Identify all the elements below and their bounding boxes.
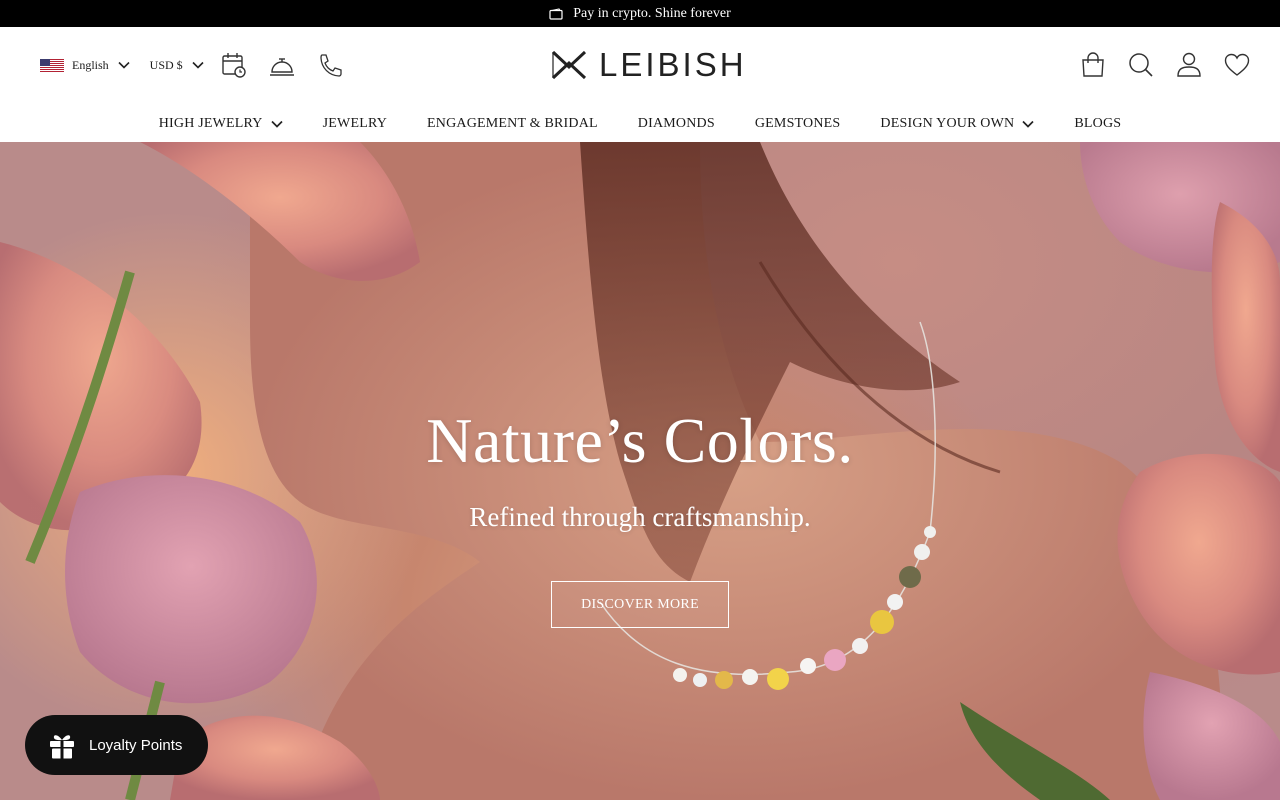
nav-item-diamonds[interactable]: DIAMONDS bbox=[638, 112, 715, 136]
loyalty-points-button[interactable]: Loyalty Points bbox=[25, 715, 208, 775]
brand-name: LEIBISH bbox=[599, 46, 747, 83]
phone-icon[interactable] bbox=[317, 51, 343, 79]
announcement-bar: Pay in crypto. Shine forever bbox=[0, 0, 1280, 27]
currency-selector[interactable]: USD $ bbox=[150, 58, 204, 73]
hero-banner: Nature’s Colors. Refined through craftsm… bbox=[0, 142, 1280, 800]
chevron-down-icon bbox=[1022, 120, 1034, 128]
language-selector[interactable]: English bbox=[40, 58, 130, 73]
nav-item-label: BLOGS bbox=[1074, 116, 1122, 131]
nav-item-label: GEMSTONES bbox=[754, 116, 841, 131]
nav-item-high-jewelry[interactable]: HIGH JEWELRY bbox=[159, 112, 283, 136]
us-flag-icon bbox=[40, 58, 64, 72]
account-icon[interactable] bbox=[1176, 51, 1202, 79]
nav-item-engagement-bridal[interactable]: ENGAGEMENT & BRIDAL bbox=[427, 112, 598, 136]
nav-item-blogs[interactable]: BLOGS bbox=[1074, 112, 1121, 136]
hero-title: Nature’s Colors. bbox=[426, 405, 854, 476]
wallet-icon bbox=[549, 7, 563, 20]
chevron-down-icon bbox=[192, 61, 204, 69]
shopping-bag-icon[interactable] bbox=[1080, 51, 1106, 79]
nav-item-label: HIGH JEWELRY bbox=[158, 116, 263, 131]
language-label: English bbox=[72, 57, 109, 72]
brand-logo[interactable]: LEIBISH bbox=[551, 46, 747, 83]
service-bell-icon[interactable] bbox=[269, 51, 295, 79]
nav-item-label: ENGAGEMENT & BRIDAL bbox=[427, 116, 598, 131]
chevron-down-icon bbox=[118, 61, 130, 69]
currency-label: USD $ bbox=[149, 57, 183, 72]
nav-item-gemstones[interactable]: GEMSTONES bbox=[755, 112, 841, 136]
nav-item-jewelry[interactable]: JEWELRY bbox=[323, 112, 387, 136]
search-icon[interactable] bbox=[1128, 51, 1154, 79]
loyalty-label: Loyalty Points bbox=[89, 736, 183, 754]
nav-item-label: JEWELRY bbox=[322, 116, 388, 131]
hero-subtitle: Refined through craftsmanship. bbox=[469, 502, 811, 532]
discover-more-button[interactable]: DISCOVER MORE bbox=[551, 581, 729, 628]
wishlist-heart-icon[interactable] bbox=[1224, 51, 1250, 79]
nav-item-label: DESIGN YOUR OWN bbox=[880, 116, 1015, 131]
nav-item-design-your-own[interactable]: DESIGN YOUR OWN bbox=[880, 112, 1034, 136]
chevron-down-icon bbox=[271, 120, 283, 128]
gift-icon bbox=[50, 735, 74, 759]
nav-item-label: DIAMONDS bbox=[637, 116, 715, 131]
leibish-mark-icon bbox=[551, 50, 587, 80]
site-header: English USD $ LEIBISH HIGH JEWELRY JEWEL… bbox=[0, 27, 1280, 142]
calendar-clock-icon[interactable] bbox=[221, 51, 247, 79]
announcement-text: Pay in crypto. Shine forever bbox=[573, 5, 731, 21]
main-navigation: HIGH JEWELRY JEWELRY ENGAGEMENT & BRIDAL… bbox=[0, 112, 1280, 136]
